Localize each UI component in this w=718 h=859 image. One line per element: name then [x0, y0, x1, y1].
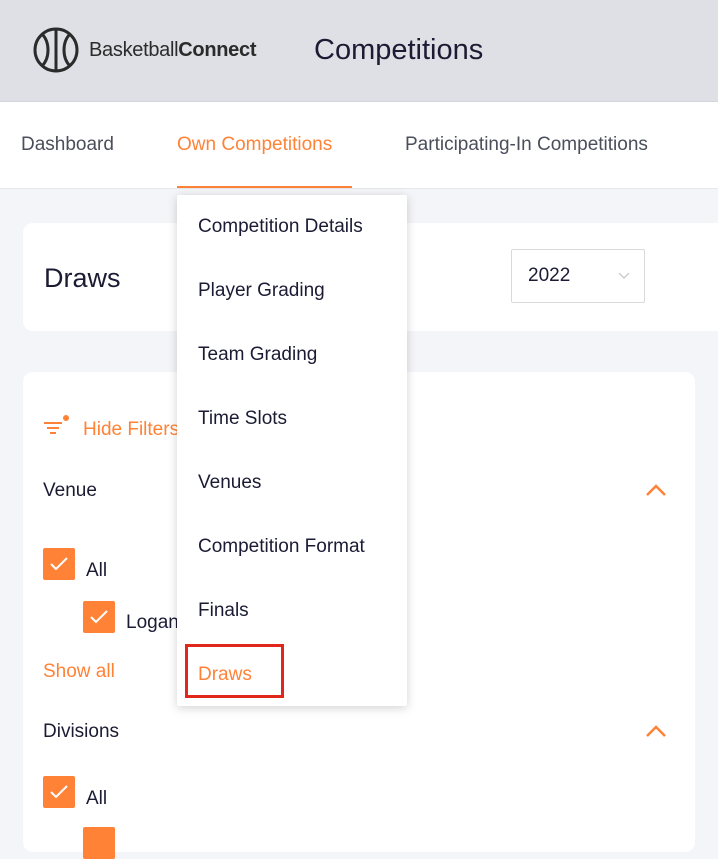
- division-item-checkbox[interactable]: [83, 827, 115, 859]
- checkmark-icon: [50, 785, 68, 799]
- app-header: BasketballConnect Competitions: [0, 0, 718, 102]
- tab-dashboard[interactable]: Dashboard: [21, 134, 114, 156]
- year-select-value: 2022: [528, 265, 571, 286]
- divisions-section-title: Divisions: [43, 721, 120, 742]
- chevron-up-icon[interactable]: [645, 483, 667, 497]
- divisions-all-label: All: [86, 788, 108, 809]
- menu-item-venues[interactable]: Venues: [198, 472, 261, 494]
- menu-item-time-slots[interactable]: Time Slots: [198, 408, 287, 430]
- own-competitions-dropdown: Competition Details Player Grading Team …: [177, 195, 407, 706]
- draws-highlight-box: [185, 644, 284, 698]
- venue-show-all-link[interactable]: Show all: [43, 661, 115, 683]
- active-tab-underline: [177, 186, 352, 188]
- tab-own-competitions[interactable]: Own Competitions: [177, 134, 332, 156]
- chevron-down-icon: [618, 272, 630, 279]
- divisions-all-checkbox[interactable]: [43, 776, 75, 808]
- menu-item-competition-details[interactable]: Competition Details: [198, 216, 363, 238]
- filter-icon[interactable]: [43, 414, 71, 438]
- menu-item-team-grading[interactable]: Team Grading: [198, 344, 317, 366]
- checkmark-icon: [90, 610, 108, 624]
- venue-all-checkbox[interactable]: [43, 548, 75, 580]
- menu-item-competition-format[interactable]: Competition Format: [198, 536, 365, 558]
- hide-filters-button[interactable]: Hide Filters: [83, 419, 179, 441]
- draws-title: Draws: [44, 263, 121, 293]
- venue-section-title: Venue: [43, 480, 97, 501]
- menu-item-player-grading[interactable]: Player Grading: [198, 280, 325, 302]
- venue-logan-label: Logan: [126, 612, 179, 633]
- brand-name: BasketballConnect: [89, 39, 257, 61]
- venue-all-label: All: [86, 560, 108, 581]
- year-select[interactable]: 2022: [511, 249, 645, 303]
- chevron-up-icon[interactable]: [645, 724, 667, 738]
- menu-item-finals[interactable]: Finals: [198, 600, 249, 622]
- tab-participating-in-competitions[interactable]: Participating-In Competitions: [405, 134, 648, 156]
- basketball-logo-icon[interactable]: [32, 26, 80, 74]
- page-title: Competitions: [314, 34, 484, 66]
- venue-logan-checkbox[interactable]: [83, 601, 115, 633]
- checkmark-icon: [50, 557, 68, 571]
- top-nav: Dashboard Own Competitions Participating…: [0, 102, 718, 189]
